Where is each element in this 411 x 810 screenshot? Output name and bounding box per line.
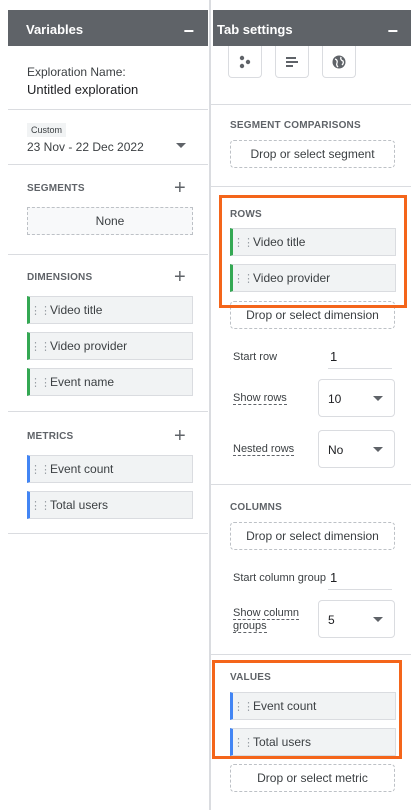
segments-empty: None — [27, 207, 193, 235]
globe-icon[interactable] — [322, 46, 356, 78]
dimension-chip[interactable]: ⋮⋮ Event name — [27, 368, 193, 396]
column-dimension-dropzone[interactable]: Drop or select dimension — [230, 522, 395, 550]
values-highlight-box — [212, 660, 402, 759]
divider — [211, 186, 411, 187]
dimension-chip[interactable]: ⋮⋮ Video provider — [27, 332, 193, 360]
divider — [211, 104, 411, 105]
show-rows-label: Show rows — [233, 392, 287, 405]
dimension-chip[interactable]: ⋮⋮ Video title — [27, 296, 193, 324]
start-row-input[interactable]: 1 — [328, 349, 392, 369]
show-column-groups-label-line1: Show column — [233, 607, 300, 620]
segment-comparisons-title: SEGMENT COMPARISONS — [230, 120, 361, 131]
variables-title: Variables — [26, 22, 84, 37]
show-rows-value: 10 — [328, 392, 342, 406]
exploration-name-input[interactable]: Untitled exploration — [27, 82, 138, 97]
metric-label: Total users — [50, 498, 109, 512]
drag-handle-icon[interactable]: ⋮⋮ — [30, 499, 51, 512]
divider — [211, 654, 411, 655]
dropdown-caret-icon — [373, 447, 383, 452]
tab-settings-header: Tab settings − — [213, 10, 411, 46]
add-dimension-icon[interactable]: + — [174, 267, 186, 287]
add-metric-icon[interactable]: + — [174, 426, 186, 446]
start-column-group-label: Start column group — [233, 572, 326, 584]
variables-panel: Variables − Exploration Name: Untitled e… — [0, 0, 210, 810]
divider — [8, 411, 208, 412]
drag-handle-icon[interactable]: ⋮⋮ — [30, 463, 51, 476]
divider — [8, 533, 208, 534]
nested-rows-label: Nested rows — [233, 443, 295, 456]
dimensions-title: DIMENSIONS — [27, 272, 93, 283]
show-column-groups-label: Show column groups — [233, 607, 300, 633]
start-row-label: Start row — [233, 351, 278, 363]
nested-rows-label-text: Nested rows — [233, 443, 295, 456]
dropdown-caret-icon — [373, 617, 383, 622]
drag-handle-icon[interactable]: ⋮⋮ — [30, 376, 51, 389]
divider — [8, 164, 208, 165]
divider — [211, 484, 411, 485]
metric-label: Event count — [50, 462, 114, 476]
show-column-groups-value: 5 — [328, 613, 335, 627]
drag-handle-icon[interactable]: ⋮⋮ — [30, 340, 51, 353]
show-column-groups-label-line2: groups — [233, 620, 267, 633]
date-range-badge: Custom — [27, 123, 67, 137]
show-rows-select[interactable]: 10 — [318, 379, 395, 417]
dimension-label: Video title — [50, 303, 103, 317]
variables-header: Variables − — [8, 10, 208, 46]
metric-dropzone[interactable]: Drop or select metric — [230, 764, 395, 792]
dimension-label: Event name — [50, 375, 115, 389]
metric-chip[interactable]: ⋮⋮ Total users — [27, 491, 193, 519]
rows-highlight-box — [219, 195, 407, 308]
tab-settings-title: Tab settings — [217, 22, 293, 37]
chevron-down-icon — [176, 143, 186, 148]
nested-rows-value: No — [328, 443, 344, 457]
columns-title: COLUMNS — [230, 502, 282, 513]
segments-title: SEGMENTS — [27, 183, 85, 194]
nested-rows-select[interactable]: No — [318, 430, 395, 468]
divider — [8, 109, 208, 110]
add-segment-icon[interactable]: + — [174, 178, 186, 198]
show-rows-label-text: Show rows — [233, 392, 287, 405]
bar-list-icon[interactable] — [275, 46, 309, 78]
dimension-label: Video provider — [50, 339, 128, 353]
metrics-title: METRICS — [27, 431, 74, 442]
segment-dropzone[interactable]: Drop or select segment — [230, 140, 395, 168]
show-column-groups-select[interactable]: 5 — [318, 600, 395, 638]
divider — [8, 254, 208, 255]
drag-handle-icon[interactable]: ⋮⋮ — [30, 304, 51, 317]
date-range-value: 23 Nov - 22 Dec 2022 — [27, 140, 144, 154]
start-column-group-input[interactable]: 1 — [328, 570, 392, 590]
collapse-variables-icon[interactable]: − — [183, 22, 194, 40]
collapse-tab-settings-icon[interactable]: − — [387, 22, 398, 40]
exploration-name-label: Exploration Name: — [27, 65, 126, 79]
scatter-icon[interactable] — [228, 46, 262, 78]
dropdown-caret-icon — [373, 396, 383, 401]
metric-chip[interactable]: ⋮⋮ Event count — [27, 455, 193, 483]
